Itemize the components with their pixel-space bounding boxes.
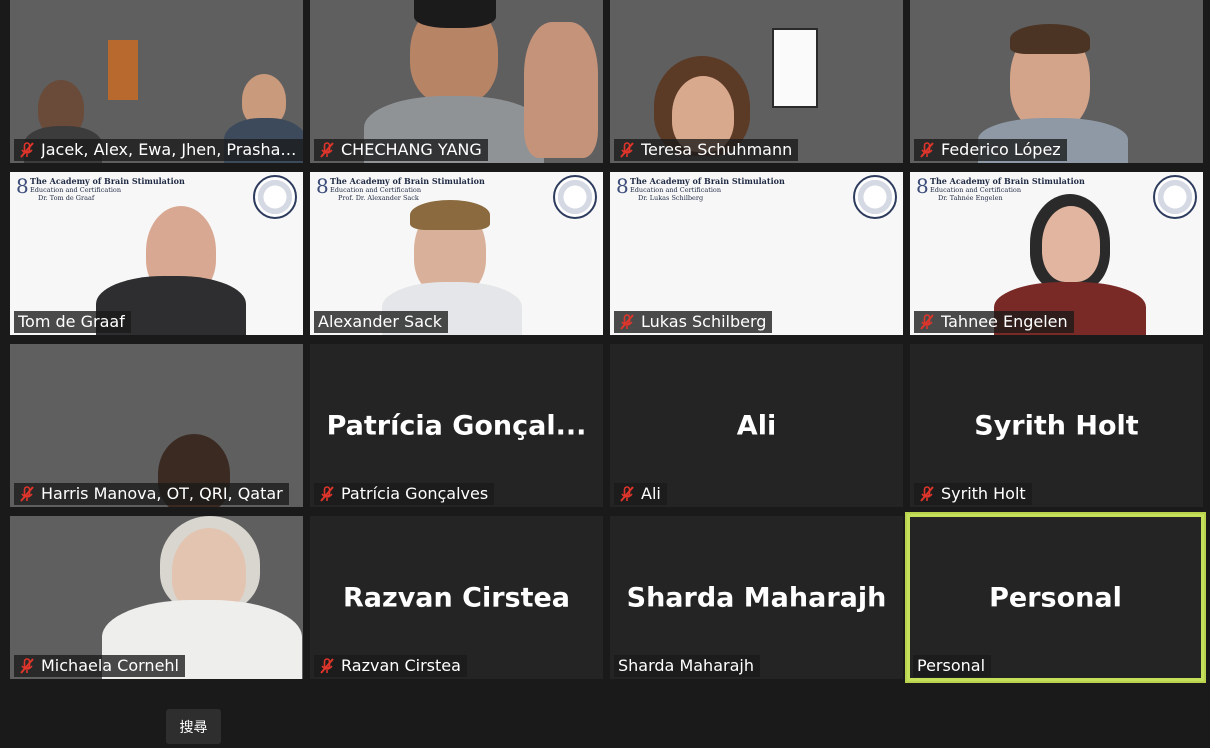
video-tile-sharda-maharajh[interactable]: Sharda Maharajh Sharda Maharajh bbox=[610, 516, 903, 679]
video-tile-chechang-yang[interactable]: CHECHANG YANG bbox=[310, 0, 603, 163]
participant-face bbox=[1042, 206, 1100, 282]
participant-name-label: Tahnee Engelen bbox=[914, 311, 1074, 333]
wall-chart bbox=[772, 28, 818, 108]
mic-muted-icon bbox=[618, 141, 636, 159]
video-tile-tom-de-graaf[interactable]: 8 The Academy of Brain Stimulation Educa… bbox=[10, 172, 303, 335]
academy-header: 8 The Academy of Brain Stimulation Educa… bbox=[16, 174, 185, 202]
participant-display-name: Patrícia Gonçal... bbox=[326, 410, 587, 441]
participant-display-name: Syrith Holt bbox=[974, 410, 1139, 441]
participant-display-name: Sharda Maharajh bbox=[626, 582, 887, 613]
participant-name-label: CHECHANG YANG bbox=[314, 139, 488, 161]
video-tile-michaela-cornehl[interactable]: Michaela Cornehl bbox=[10, 516, 303, 679]
video-tile-jacek-group[interactable]: Jacek, Alex, Ewa, Jhen, Prashanth (... bbox=[10, 0, 303, 163]
hair bbox=[410, 200, 490, 230]
video-tile-razvan-cirstea[interactable]: Razvan Cirstea Razvan Cirstea bbox=[310, 516, 603, 679]
academy-header: 8 The Academy of Brain Stimulation Educa… bbox=[316, 174, 485, 202]
academy-header: 8 The Academy of Brain Stimulation Educa… bbox=[616, 174, 785, 202]
participant-name-label: Patrícia Gonçalves bbox=[314, 483, 495, 505]
mic-muted-icon bbox=[318, 485, 336, 503]
video-tile-syrith-holt[interactable]: Syrith Holt Syrith Holt bbox=[910, 344, 1203, 507]
participant-name-label: Lukas Schilberg bbox=[614, 311, 773, 333]
mic-muted-icon bbox=[18, 657, 36, 675]
mic-muted-icon bbox=[918, 141, 936, 159]
video-tile-patricia-goncalves[interactable]: Patrícia Gonçal... Patrícia Gonçalves bbox=[310, 344, 603, 507]
mic-muted-icon bbox=[918, 485, 936, 503]
video-tile-harris-manova[interactable]: Harris Manova, OT, QRI, Qatar bbox=[10, 344, 303, 507]
video-tile-federico-lopez[interactable]: Federico López bbox=[910, 0, 1203, 163]
participant-name-label: Alexander Sack bbox=[314, 311, 449, 333]
academy-seal-icon bbox=[253, 175, 297, 219]
participant-name-label: Personal bbox=[913, 655, 992, 677]
mic-muted-icon bbox=[918, 313, 936, 331]
academy-seal-icon bbox=[553, 175, 597, 219]
participant-name-label: Ali bbox=[614, 483, 667, 505]
mic-muted-icon bbox=[318, 141, 336, 159]
hair bbox=[414, 0, 496, 28]
video-tile-personal-active-speaker[interactable]: Personal Personal bbox=[905, 512, 1206, 683]
video-tile-teresa-schuhmann[interactable]: Teresa Schuhmann bbox=[610, 0, 903, 163]
participant-display-name: Razvan Cirstea bbox=[342, 582, 571, 613]
participant-name-label: Syrith Holt bbox=[914, 483, 1032, 505]
participant-name-label: Harris Manova, OT, QRI, Qatar bbox=[14, 483, 289, 505]
raised-hand bbox=[524, 22, 598, 158]
participant-name-label: Michaela Cornehl bbox=[14, 655, 185, 677]
video-tile-alexander-sack[interactable]: 8 The Academy of Brain Stimulation Educa… bbox=[310, 172, 603, 335]
mic-muted-icon bbox=[18, 485, 36, 503]
participant-name-label: Teresa Schuhmann bbox=[614, 139, 799, 161]
academy-seal-icon bbox=[1153, 175, 1197, 219]
video-tile-lukas-schilberg[interactable]: 8 The Academy of Brain Stimulation Educa… bbox=[610, 172, 903, 335]
participant-name-label: Sharda Maharajh bbox=[614, 655, 760, 677]
participant-name-label: Federico López bbox=[914, 139, 1067, 161]
video-tile-ali[interactable]: Ali Ali bbox=[610, 344, 903, 507]
search-button[interactable]: 搜尋 bbox=[166, 709, 221, 744]
participant-display-name: Ali bbox=[736, 410, 777, 441]
participant-name-label: Razvan Cirstea bbox=[314, 655, 467, 677]
participant-name-label: Tom de Graaf bbox=[14, 311, 131, 333]
door bbox=[108, 40, 138, 100]
mic-muted-icon bbox=[618, 313, 636, 331]
mic-muted-icon bbox=[318, 657, 336, 675]
hair bbox=[1010, 24, 1090, 54]
mic-muted-icon bbox=[18, 141, 36, 159]
mic-muted-icon bbox=[618, 485, 636, 503]
participant-name-label: Jacek, Alex, Ewa, Jhen, Prashanth (... bbox=[14, 139, 303, 161]
participant-display-name: Personal bbox=[989, 582, 1122, 613]
video-tile-tahnee-engelen[interactable]: 8 The Academy of Brain Stimulation Educa… bbox=[910, 172, 1203, 335]
academy-seal-icon bbox=[853, 175, 897, 219]
